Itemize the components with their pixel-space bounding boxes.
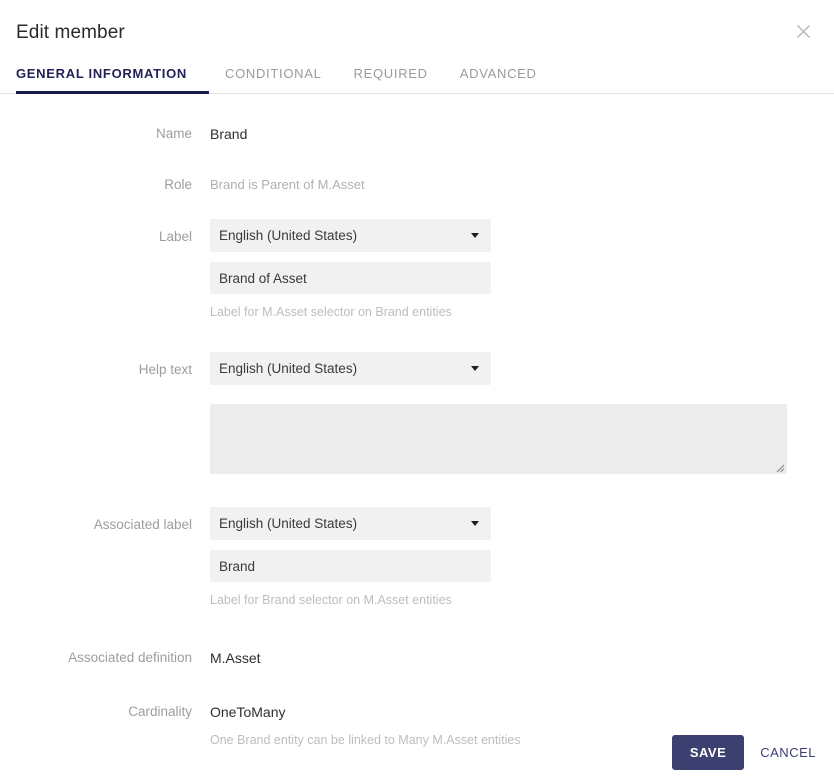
associated-label-helper-text: Label for Brand selector on M.Asset enti… xyxy=(210,582,834,609)
chevron-down-icon xyxy=(471,366,479,371)
associated-definition-value: M.Asset xyxy=(210,640,834,668)
close-icon[interactable] xyxy=(786,14,820,48)
form-row-help-text: Help text English (United States) xyxy=(0,352,834,474)
associated-label-locale-value: English (United States) xyxy=(219,516,471,531)
dialog-footer: SAVE CANCEL xyxy=(672,735,818,770)
tab-conditional[interactable]: CONDITIONAL xyxy=(209,66,338,93)
cancel-button[interactable]: CANCEL xyxy=(758,735,818,770)
role-label: Role xyxy=(0,167,210,195)
form-row-label: Label English (United States) Label for … xyxy=(0,219,834,321)
save-button[interactable]: SAVE xyxy=(672,735,744,770)
tab-bar: GENERAL INFORMATION CONDITIONAL REQUIRED… xyxy=(0,66,834,94)
cardinality-value: OneToMany xyxy=(210,694,834,722)
page-title: Edit member xyxy=(16,22,125,44)
tab-general-information[interactable]: GENERAL INFORMATION xyxy=(16,66,209,93)
help-text-textarea[interactable] xyxy=(210,404,787,474)
tab-required[interactable]: REQUIRED xyxy=(338,66,444,93)
help-text-textarea-wrapper xyxy=(210,404,787,474)
associated-definition-label: Associated definition xyxy=(0,640,210,668)
tab-label: ADVANCED xyxy=(460,66,537,81)
tab-label: REQUIRED xyxy=(354,66,428,81)
label-locale-select[interactable]: English (United States) xyxy=(210,219,491,252)
tab-label: GENERAL INFORMATION xyxy=(16,66,187,81)
help-text-label: Help text xyxy=(0,352,210,380)
label-locale-value: English (United States) xyxy=(219,228,471,243)
dialog-header: Edit member xyxy=(0,0,834,66)
form-row-associated-label: Associated label English (United States)… xyxy=(0,507,834,609)
tab-label: CONDITIONAL xyxy=(225,66,322,81)
name-label: Name xyxy=(0,116,210,144)
form-row-role: Role Brand is Parent of M.Asset xyxy=(0,167,834,195)
label-helper-text: Label for M.Asset selector on Brand enti… xyxy=(210,294,834,321)
associated-label-locale-select[interactable]: English (United States) xyxy=(210,507,491,540)
label-field-label: Label xyxy=(0,219,210,247)
tab-advanced[interactable]: ADVANCED xyxy=(444,66,553,93)
cardinality-label: Cardinality xyxy=(0,694,210,722)
edit-member-form: Name Brand Role Brand is Parent of M.Ass… xyxy=(0,94,834,749)
chevron-down-icon xyxy=(471,233,479,238)
associated-label-label: Associated label xyxy=(0,507,210,535)
form-row-associated-definition: Associated definition M.Asset xyxy=(0,640,834,668)
name-value: Brand xyxy=(210,116,834,144)
role-value: Brand is Parent of M.Asset xyxy=(210,167,834,195)
chevron-down-icon xyxy=(471,521,479,526)
help-text-locale-value: English (United States) xyxy=(219,361,471,376)
help-text-locale-select[interactable]: English (United States) xyxy=(210,352,491,385)
form-row-name: Name Brand xyxy=(0,116,834,144)
associated-label-text-input[interactable] xyxy=(210,550,491,582)
label-text-input[interactable] xyxy=(210,262,491,294)
